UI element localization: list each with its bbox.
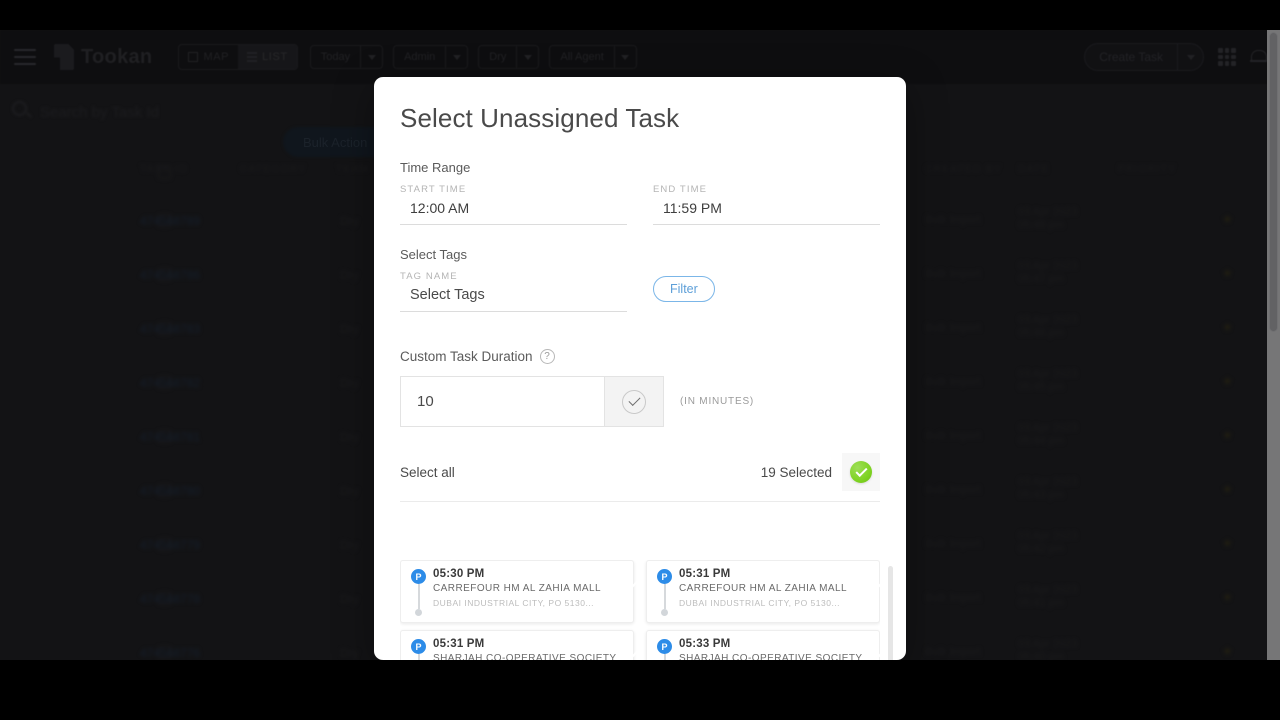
app-viewport: Tookan MAP LIST Today bbox=[0, 30, 1280, 660]
modal-title: Select Unassigned Task bbox=[400, 103, 680, 133]
filter-button[interactable]: Filter bbox=[653, 276, 715, 302]
dropoff-dot-icon bbox=[415, 609, 422, 616]
pin-column: P bbox=[411, 568, 433, 622]
select-all-label[interactable]: Select all bbox=[400, 465, 455, 480]
duration-input-group: 10 (IN MINUTES) bbox=[400, 376, 880, 427]
task-time: 05:33 PM bbox=[679, 638, 731, 650]
start-time-caption: START TIME bbox=[400, 184, 467, 195]
time-range-label: Time Range bbox=[400, 160, 471, 175]
select-tags-label: Select Tags bbox=[400, 247, 467, 262]
select-unassigned-task-modal: Select Unassigned Task Time Range START … bbox=[374, 77, 906, 660]
duration-apply-button[interactable] bbox=[604, 376, 664, 427]
start-time-input[interactable]: 12:00 AM bbox=[400, 200, 627, 225]
task-time: 05:31 PM bbox=[679, 568, 731, 580]
pickup-pin-icon: P bbox=[657, 569, 672, 584]
pickup-pin-icon: P bbox=[657, 639, 672, 654]
task-body: 05:31 PM CARREFOUR HM AL ZAHIA MALL DUBAI … bbox=[679, 568, 869, 622]
end-time-input[interactable]: 11:59 PM bbox=[653, 200, 880, 225]
letterbox-bar-top bbox=[0, 0, 1280, 30]
end-time-field[interactable]: END TIME 11:59 PM bbox=[653, 184, 880, 225]
pickup-pin-icon: P bbox=[411, 569, 426, 584]
task-name: SHARJAH CO-OPERATIVE SOCIETY - 1019 019-… bbox=[433, 653, 617, 660]
pin-connector-line bbox=[664, 584, 666, 609]
pin-column: P bbox=[411, 638, 433, 660]
tag-name-caption: TAG NAME bbox=[400, 271, 458, 282]
task-time: 05:31 PM bbox=[433, 638, 485, 650]
tag-name-field[interactable]: TAG NAME Select Tags bbox=[400, 271, 627, 312]
custom-task-duration-label: Custom Task Duration bbox=[400, 349, 533, 364]
task-time: 05:30 PM bbox=[433, 568, 485, 580]
tag-name-input[interactable]: Select Tags bbox=[400, 287, 627, 312]
task-card[interactable]: P 05:30 PM CARREFOUR HM AL ZAHIA MALL DUBAI… bbox=[400, 560, 634, 623]
select-all-row: Select all 19 Selected bbox=[400, 453, 880, 491]
task-body: 05:33 PM SHARJAH CO-OPERATIVE SOCIETY - 1… bbox=[679, 638, 869, 660]
question-mark-icon[interactable]: ? bbox=[539, 349, 555, 364]
green-check-icon bbox=[850, 461, 872, 483]
task-name: CARREFOUR HM AL ZAHIA MALL bbox=[433, 583, 602, 594]
select-all-toggle[interactable] bbox=[842, 453, 880, 491]
divider bbox=[400, 501, 880, 502]
task-name: SHARJAH CO-OPERATIVE SOCIETY - 1019 019-… bbox=[679, 653, 863, 660]
task-grid: P 05:30 PM CARREFOUR HM AL ZAHIA MALL DUBAI… bbox=[400, 560, 880, 660]
circle-check-icon bbox=[622, 389, 646, 414]
task-body: 05:31 PM SHARJAH CO-OPERATIVE SOCIETY - 1… bbox=[433, 638, 623, 660]
duration-input[interactable]: 10 bbox=[400, 376, 604, 427]
tags-row: TAG NAME Select Tags Filter bbox=[400, 271, 880, 312]
task-name: CARREFOUR HM AL ZAHIA MALL bbox=[679, 583, 848, 594]
custom-task-duration-header: Custom Task Duration ? bbox=[400, 349, 880, 364]
task-list-scrollbar[interactable] bbox=[888, 566, 893, 660]
task-address: DUBAI INDUSTRIAL CITY, PO 5130... bbox=[679, 597, 841, 608]
duration-unit-label: (IN MINUTES) bbox=[680, 396, 755, 407]
task-body: 05:30 PM CARREFOUR HM AL ZAHIA MALL DUBAI … bbox=[433, 568, 623, 622]
letterbox-bar-bottom bbox=[0, 660, 1280, 720]
pin-column: P bbox=[657, 638, 679, 660]
dropoff-dot-icon bbox=[661, 609, 668, 616]
pin-column: P bbox=[657, 568, 679, 622]
time-range-fields: START TIME 12:00 AM END TIME 11:59 PM bbox=[400, 184, 880, 225]
end-time-caption: END TIME bbox=[653, 184, 708, 195]
task-address: DUBAI INDUSTRIAL CITY, PO 5130... bbox=[433, 597, 595, 608]
screen: Tookan MAP LIST Today bbox=[0, 0, 1280, 720]
task-card[interactable]: P 05:31 PM SHARJAH CO-OPERATIVE SOCIETY - … bbox=[400, 630, 634, 660]
task-card[interactable]: P 05:33 PM SHARJAH CO-OPERATIVE SOCIETY - … bbox=[646, 630, 880, 660]
pickup-pin-icon: P bbox=[411, 639, 426, 654]
task-card[interactable]: P 05:31 PM CARREFOUR HM AL ZAHIA MALL DUBAI… bbox=[646, 560, 880, 623]
unassigned-task-list[interactable]: P 05:30 PM CARREFOUR HM AL ZAHIA MALL DUBAI… bbox=[400, 560, 880, 660]
selected-count: 19 Selected bbox=[760, 464, 832, 480]
pin-connector-line bbox=[418, 584, 420, 609]
start-time-field[interactable]: START TIME 12:00 AM bbox=[400, 184, 627, 225]
